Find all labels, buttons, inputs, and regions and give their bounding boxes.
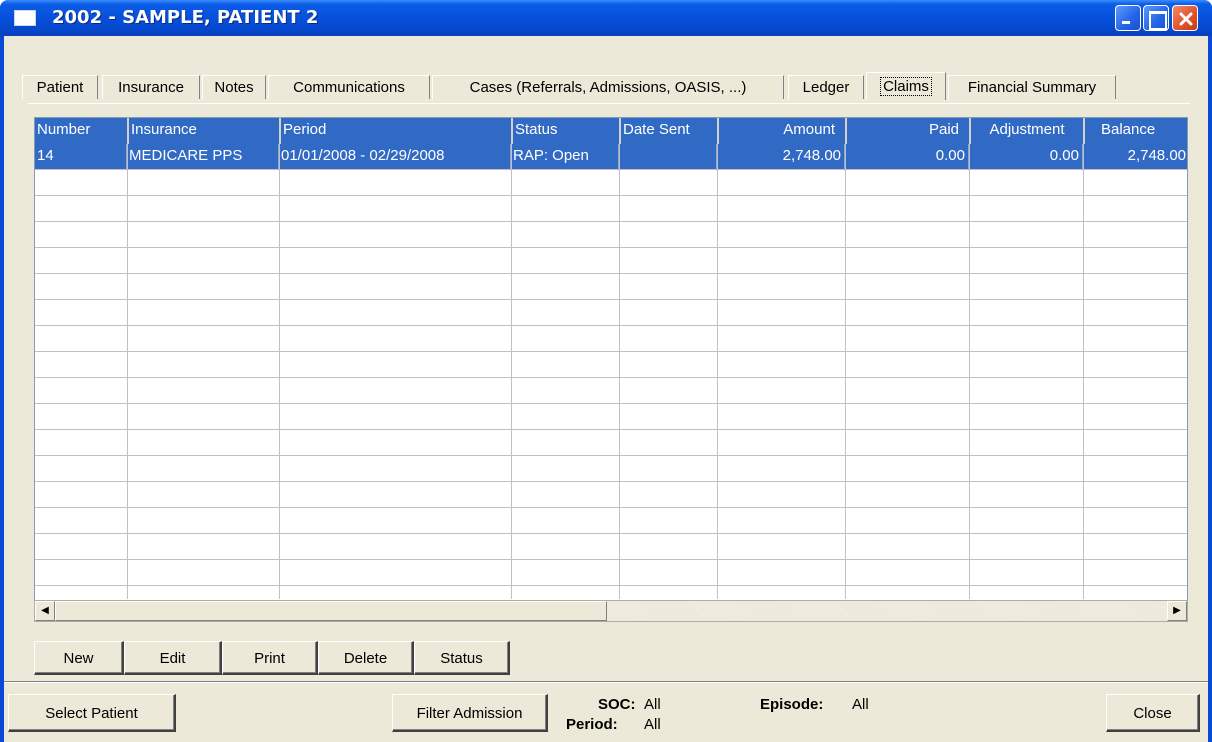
cell-amount: 2,748.00 — [717, 144, 845, 170]
empty-row — [35, 430, 1187, 456]
minimize-icon[interactable] — [1115, 5, 1141, 31]
cell-number: 14 — [35, 144, 127, 170]
empty-row — [35, 482, 1187, 508]
tab-cases[interactable]: Cases (Referrals, Admissions, OASIS, ...… — [432, 75, 784, 99]
filter-admission-button[interactable]: Filter Admission — [392, 694, 548, 732]
empty-row — [35, 508, 1187, 534]
column-header-status[interactable]: Status — [511, 118, 619, 144]
cell-insurance: MEDICARE PPS — [127, 144, 279, 170]
column-header-amount[interactable]: Amount — [717, 118, 845, 144]
footer-divider — [4, 681, 1208, 683]
grid-header: Number Insurance Period Status Date Sent… — [35, 118, 1187, 144]
empty-row — [35, 170, 1187, 196]
soc-value: All — [644, 696, 661, 713]
cell-date-sent — [619, 144, 717, 170]
empty-row — [35, 534, 1187, 560]
column-header-period[interactable]: Period — [279, 118, 511, 144]
table-row[interactable]: 14 MEDICARE PPS 01/01/2008 - 02/29/2008 … — [35, 144, 1187, 170]
empty-row — [35, 378, 1187, 404]
empty-row — [35, 326, 1187, 352]
patient-window: 2002 - SAMPLE, PATIENT 2 Patient Insuran… — [0, 0, 1212, 742]
cell-status: RAP: Open — [511, 144, 619, 170]
tab-claims[interactable]: Claims — [866, 72, 946, 100]
tab-insurance[interactable]: Insurance — [102, 75, 200, 99]
scroll-right-icon[interactable]: ▶ — [1167, 601, 1187, 621]
cell-period: 01/01/2008 - 02/29/2008 — [279, 144, 511, 170]
delete-button[interactable]: Delete — [318, 641, 414, 675]
column-header-balance[interactable]: Balance — [1083, 118, 1187, 144]
column-divider — [1083, 144, 1084, 599]
claims-grid[interactable]: Number Insurance Period Status Date Sent… — [34, 117, 1188, 604]
tab-financial-summary[interactable]: Financial Summary — [948, 75, 1116, 99]
cell-paid: 0.00 — [845, 144, 969, 170]
select-patient-button[interactable]: Select Patient — [8, 694, 176, 732]
scrollbar-thumb[interactable] — [55, 601, 607, 621]
column-divider — [845, 144, 846, 599]
column-divider — [279, 144, 280, 599]
column-header-number[interactable]: Number — [35, 118, 127, 144]
tab-notes[interactable]: Notes — [202, 75, 266, 99]
cell-adjustment: 0.00 — [969, 144, 1083, 170]
cell-balance: 2,748.00 — [1127, 147, 1186, 164]
empty-row — [35, 274, 1187, 300]
episode-label: Episode: — [760, 696, 824, 713]
empty-row — [35, 222, 1187, 248]
soc-label: SOC: — [598, 696, 636, 713]
column-divider — [511, 144, 512, 599]
empty-row — [35, 560, 1187, 586]
status-button[interactable]: Status — [414, 641, 510, 675]
close-icon[interactable] — [1172, 5, 1198, 31]
column-divider — [127, 144, 128, 599]
empty-row — [35, 352, 1187, 378]
scroll-left-icon[interactable]: ◀ — [35, 601, 55, 621]
column-divider — [969, 144, 970, 599]
column-header-paid[interactable]: Paid — [845, 118, 969, 144]
tab-panel-edge — [28, 103, 1190, 104]
period-label: Period: — [566, 716, 618, 733]
horizontal-scrollbar[interactable]: ◀ ▶ — [34, 600, 1188, 622]
tab-ledger[interactable]: Ledger — [788, 75, 864, 99]
column-divider — [717, 144, 718, 599]
close-button[interactable]: Close — [1106, 694, 1200, 732]
new-button[interactable]: New — [34, 641, 124, 675]
tab-patient[interactable]: Patient — [22, 75, 98, 99]
maximize-icon[interactable] — [1143, 5, 1169, 31]
empty-row — [35, 404, 1187, 430]
column-header-adjustment[interactable]: Adjustment — [969, 118, 1083, 144]
print-button[interactable]: Print — [222, 641, 318, 675]
empty-row — [35, 248, 1187, 274]
title-bar[interactable]: 2002 - SAMPLE, PATIENT 2 — [0, 0, 1212, 36]
period-value: All — [644, 716, 661, 733]
window-icon — [14, 10, 36, 26]
empty-row — [35, 300, 1187, 326]
column-header-insurance[interactable]: Insurance — [127, 118, 279, 144]
empty-row — [35, 456, 1187, 482]
empty-row — [35, 196, 1187, 222]
column-header-date-sent[interactable]: Date Sent — [619, 118, 717, 144]
window-title: 2002 - SAMPLE, PATIENT 2 — [52, 7, 319, 28]
edit-button[interactable]: Edit — [124, 641, 222, 675]
tab-communications[interactable]: Communications — [268, 75, 430, 99]
column-divider — [619, 144, 620, 599]
episode-value: All — [852, 696, 869, 713]
